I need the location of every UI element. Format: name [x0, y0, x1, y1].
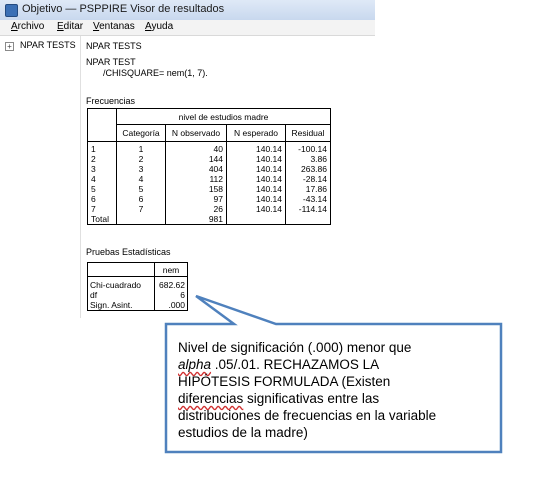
callout-line: estudios de la madre): [178, 425, 308, 440]
callout-note: Nivel de significación (.000) menor que …: [178, 339, 488, 441]
callout-line: HIPÓTESIS FORMULADA (Existen: [178, 374, 391, 389]
alpha-word: alpha: [178, 357, 212, 372]
callout-line: Nivel de significación (.000) menor que: [178, 340, 412, 355]
callout-line: alpha .05/.01. RECHAZAMOS LA: [178, 356, 488, 373]
callout-text-segment: .05/.01. RECHAZAMOS LA: [211, 357, 380, 372]
callout-text-segment: significativas entre las: [243, 391, 380, 406]
underlined-word: diferencias: [178, 391, 244, 406]
callout-line: distribuciones de frecuencias en la vari…: [178, 408, 437, 423]
callout-line: diferencias significativas entre las: [178, 390, 488, 407]
